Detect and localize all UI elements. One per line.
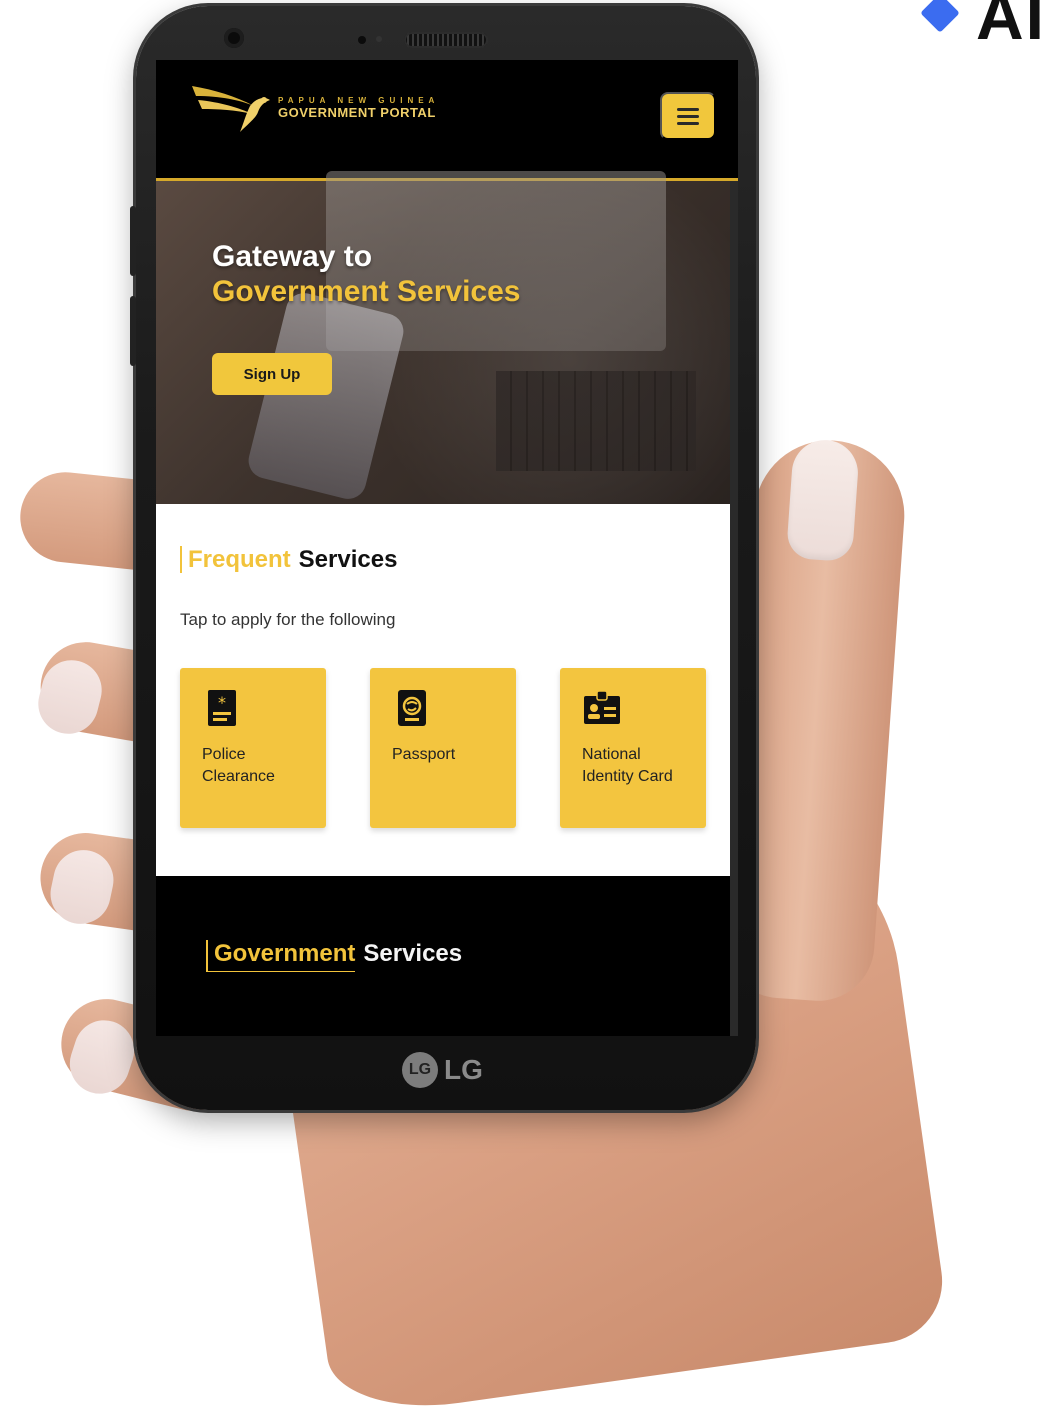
frequent-services-section: Frequent Services Tap to apply for the fo… — [156, 504, 730, 876]
site-header: PAPUA NEW GUINEA GOVERNMENT PORTAL — [156, 60, 738, 181]
government-title-accent: Government — [206, 940, 356, 972]
hero-title-line2: Government Services — [212, 275, 521, 308]
government-services-title: Government Services — [206, 940, 463, 972]
hero-background-phone — [244, 289, 408, 503]
service-card-label: National Identity Card — [582, 746, 673, 785]
phone-screen: PAPUA NEW GUINEA GOVERNMENT PORTAL Gatew… — [156, 60, 738, 1036]
device-brand: LG LG — [402, 1052, 483, 1088]
light-sensor — [376, 36, 382, 42]
hero-title-line1: Gateway to — [212, 240, 373, 273]
government-title-rest: Services — [363, 940, 463, 967]
government-services-section: Government Services — [156, 876, 738, 1036]
logo-country: PAPUA NEW GUINEA — [278, 96, 440, 105]
hamburger-icon-line — [677, 121, 699, 125]
hamburger-icon-line — [677, 114, 699, 118]
thumb-nail — [785, 437, 861, 563]
sign-up-button[interactable]: Sign Up — [212, 353, 332, 395]
hero-banner: Gateway to Government Services Sign Up — [156, 171, 730, 504]
hero-title: Gateway to Government Services — [212, 239, 520, 309]
service-card-passport[interactable]: Passport — [370, 668, 516, 828]
earpiece-speaker — [404, 32, 488, 48]
frequent-subtitle: Tap to apply for the following — [180, 610, 396, 629]
service-card-label: Police Clearance — [202, 746, 275, 785]
diamond-icon — [920, 0, 960, 33]
svg-text:*: * — [218, 693, 226, 712]
corner-brand-logo: AI — [920, 0, 1042, 54]
corner-logo-text: AI — [976, 0, 1042, 53]
volume-down-button — [130, 296, 136, 366]
bird-of-paradise-icon — [192, 86, 270, 132]
id-card-icon — [584, 690, 620, 724]
frequent-title-rest: Services — [298, 546, 398, 573]
brand-text: LG — [444, 1054, 483, 1085]
portal-logo[interactable]: PAPUA NEW GUINEA GOVERNMENT PORTAL — [190, 76, 439, 134]
volume-up-button — [130, 206, 136, 276]
hero-background-keyboard — [496, 371, 696, 471]
police-clearance-icon: * — [208, 690, 236, 726]
proximity-sensor — [358, 36, 366, 44]
lg-logo-icon: LG — [402, 1052, 438, 1088]
service-card-police-clearance[interactable]: * Police Clearance — [180, 668, 326, 828]
hamburger-icon — [677, 107, 699, 111]
frequent-title-accent: Frequent — [180, 546, 291, 573]
service-card-label: Passport — [392, 746, 456, 763]
service-card-national-identity-card[interactable]: National Identity Card — [560, 668, 706, 828]
front-camera — [224, 28, 244, 48]
menu-button[interactable] — [660, 92, 716, 140]
frequent-services-title: Frequent Services — [180, 546, 397, 574]
logo-title: GOVERNMENT PORTAL — [278, 105, 436, 120]
passport-icon — [398, 690, 426, 726]
screen-scrollbar[interactable] — [730, 181, 738, 1036]
